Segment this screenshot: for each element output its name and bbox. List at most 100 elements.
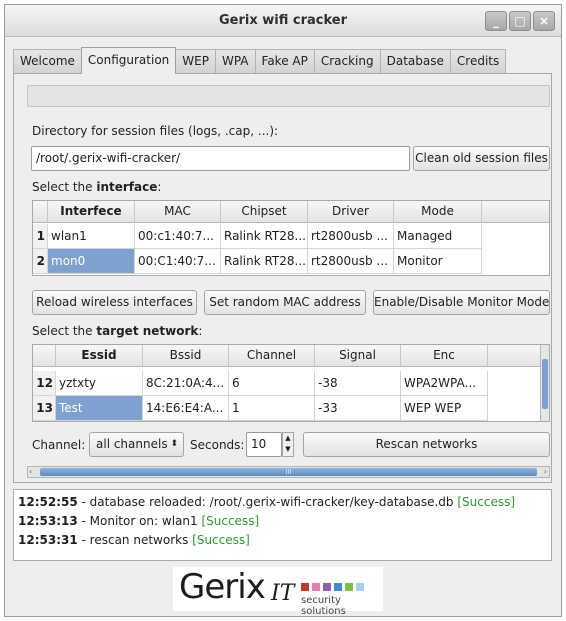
channel-cell: 1 [229,396,315,421]
tab-database[interactable]: Database [379,49,451,73]
column-header-channel[interactable]: Channel [229,345,315,366]
interface-cell: wlan1 [48,224,135,249]
app-window: Gerix wifi cracker _ □ × Welcome Configu… [4,4,562,617]
logo-square [356,583,364,591]
network-table-scrollbar[interactable] [540,345,549,421]
bssid-cell: 14:E6:E4:A... [143,396,229,421]
row-number: 12 [33,371,56,396]
row-number: 13 [33,396,56,421]
horizontal-scrollbar[interactable]: ‹ III › [27,466,550,478]
logo-square [323,583,331,591]
signal-cell: -38 [315,371,401,396]
tab-cracking[interactable]: Cracking [313,49,381,73]
directory-label: Directory for session files (logs, .cap,… [32,124,279,138]
network-table-scroll-thumb[interactable] [542,359,548,409]
logo-subtitle: security solutions [301,595,346,617]
window-title: Gerix wifi cracker [218,13,347,28]
chevron-updown-icon: ⬍ [170,439,178,449]
mode-cell: Managed [394,224,482,249]
rescan-networks-button[interactable]: Rescan networks [303,432,550,457]
row-number: 1 [33,224,48,249]
tab-fake-ap[interactable]: Fake AP [254,49,315,73]
signal-cell: -33 [315,396,401,421]
mode-cell: Monitor [394,249,482,274]
logo-main-text: Gerix [179,567,266,607]
interface-cell-selected: mon0 [48,249,135,274]
column-header-chipset[interactable]: Chipset [221,201,308,222]
column-header-driver[interactable]: Driver [308,201,394,222]
monitor-mode-button[interactable]: Enable/Disable Monitor Mode [373,290,550,315]
bssid-cell: 8C:21:0A:4... [143,371,229,396]
network-table: Essid Bssid Channel Signal Enc 12 yztxty… [32,344,550,422]
row-number: 2 [33,249,48,274]
stepper-up-icon[interactable]: ▲ [283,433,293,444]
mac-cell: 00:C1:40:7... [135,249,221,274]
column-header-bssid[interactable]: Bssid [143,345,229,366]
enc-cell: WEP WEP [401,396,488,421]
tab-wpa[interactable]: WPA [214,49,256,73]
target-network-label: Select the target network: [32,324,203,338]
log-line: 12:53:31 - rescan networks [Success] [18,533,250,547]
tab-wep[interactable]: WEP [175,49,216,73]
channel-select-value: all channels [96,437,168,451]
chipset-cell: Ralink RT28... [221,224,308,249]
table-row[interactable]: 2 mon0 00:C1:40:7... Ralink RT28... rt28… [33,249,549,274]
horizontal-scroll-thumb[interactable]: III [40,468,537,476]
close-button[interactable]: × [533,11,555,31]
column-header-essid[interactable]: Essid [56,345,143,366]
enc-cell: WPA2WPA... [401,371,488,396]
essid-cell: yztxty [56,371,143,396]
logo-square [301,583,309,591]
reload-interfaces-button[interactable]: Reload wireless interfaces [32,290,197,315]
mac-cell: 00:c1:40:7... [135,224,221,249]
chipset-cell: Ralink RT28... [221,249,308,274]
log-area: 12:52:55 - database reloaded: /root/.ger… [13,489,552,561]
logo-square [312,583,320,591]
interface-table-header: Interfece MAC Chipset Driver Mode [33,201,549,223]
random-mac-button[interactable]: Set random MAC address [204,290,366,315]
gerix-logo: Gerix IT security solutions [173,567,383,617]
logo-it-text: IT [271,581,295,606]
title-bar[interactable]: Gerix wifi cracker _ □ × [5,5,561,37]
directory-input[interactable]: /root/.gerix-wifi-cracker/ [31,146,410,171]
table-row[interactable]: 12 yztxty 8C:21:0A:4... 6 -38 WPA2WPA... [33,371,549,396]
channel-cell: 6 [229,371,315,396]
log-line: 12:52:55 - database reloaded: /root/.ger… [18,495,516,509]
seconds-input[interactable]: 10 [246,432,282,457]
column-header-mode[interactable]: Mode [394,201,482,222]
clean-session-files-button[interactable]: Clean old session files [413,146,550,171]
logo-square [334,583,342,591]
log-line: 12:53:13 - Monitor on: wlan1 [Success] [18,514,260,528]
table-row[interactable]: 13 Test 14:E6:E4:A... 1 -33 WEP WEP [33,396,549,421]
interface-table: Interfece MAC Chipset Driver Mode 1 wlan… [32,200,550,276]
scroll-right-icon[interactable]: › [544,467,547,477]
column-header-signal[interactable]: Signal [315,345,401,366]
column-header-num [33,201,48,222]
channel-select[interactable]: all channels ⬍ [89,432,184,457]
essid-cell-selected: Test [56,396,143,421]
logo-square [345,583,353,591]
column-header-num [33,345,56,366]
configuration-panel: Directory for session files (logs, .cap,… [13,73,552,483]
driver-cell: rt2800usb ... [308,224,394,249]
column-header-mac[interactable]: MAC [135,201,221,222]
tab-credits[interactable]: Credits [449,49,507,73]
tab-configuration[interactable]: Configuration [80,47,177,74]
window-controls: _ □ × [485,11,555,31]
column-header-interface[interactable]: Interfece [48,201,135,222]
table-row[interactable]: 1 wlan1 00:c1:40:7... Ralink RT28... rt2… [33,224,549,249]
progress-bar [27,85,550,107]
channel-label: Channel: [32,438,86,452]
tab-welcome[interactable]: Welcome [13,49,82,73]
seconds-label: Seconds: [190,438,245,452]
driver-cell: rt2800usb ... [308,249,394,274]
minimize-button[interactable]: _ [485,11,507,31]
interface-label: Select the interface: [32,180,162,194]
seconds-stepper[interactable]: ▲ ▼ [282,432,294,457]
network-table-header: Essid Bssid Channel Signal Enc [33,345,549,367]
scroll-left-icon[interactable]: ‹ [29,467,32,477]
maximize-button[interactable]: □ [509,11,531,31]
tab-bar: Welcome Configuration WEP WPA Fake AP Cr… [13,47,507,74]
stepper-down-icon[interactable]: ▼ [283,444,293,455]
column-header-enc[interactable]: Enc [401,345,488,366]
